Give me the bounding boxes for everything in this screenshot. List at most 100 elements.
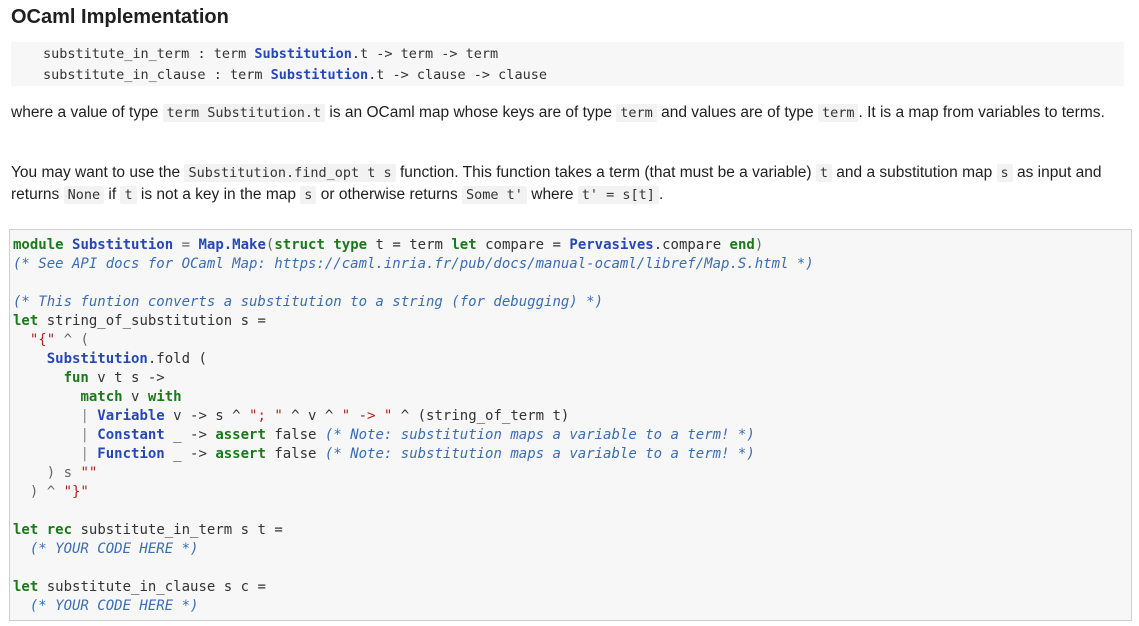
comment: (* YOUR CODE HERE *) xyxy=(29,598,199,614)
code-text: ^ ( xyxy=(55,332,89,348)
inline-code: t xyxy=(815,164,832,182)
type-text: term xyxy=(229,67,271,83)
code-text: compare = xyxy=(476,237,570,253)
text: . xyxy=(658,186,664,203)
code-line-6: Substitution.fold ( xyxy=(13,350,207,369)
text: You may want to use the xyxy=(11,164,185,181)
keyword: end xyxy=(729,237,755,253)
text: where xyxy=(526,186,578,203)
code-text: ) s xyxy=(46,465,81,481)
function-name: substitute_in_clause xyxy=(43,67,206,83)
inline-code: None xyxy=(63,186,105,204)
keyword: let xyxy=(13,313,39,329)
code-text: _ -> xyxy=(164,427,216,443)
code-line-2: (* See API docs for OCaml Map: https://c… xyxy=(13,256,814,272)
code-text: v xyxy=(122,389,148,405)
code-line-14: let rec substitute_in_term s t = xyxy=(13,521,283,540)
code-line-5: "{" ^ ( xyxy=(13,331,89,350)
string-literal: "; " xyxy=(249,408,283,424)
keyword: match xyxy=(80,389,123,405)
signature-line-substitute-in-clause: substitute_in_clause : term Substitution… xyxy=(43,67,547,83)
keyword: fun xyxy=(63,370,89,386)
code-text: ) ^ xyxy=(29,484,64,500)
type-text: .t -> clause -> clause xyxy=(368,67,547,83)
inline-code: Substitution.find_opt t s xyxy=(184,164,396,182)
keyword: let xyxy=(13,522,39,538)
module-name: Substitution xyxy=(270,67,369,83)
module-name: Pervasives xyxy=(569,237,654,253)
inline-code: t' = s[t] xyxy=(577,186,659,204)
code-block[interactable]: module Substitution = Map.Make(struct ty… xyxy=(9,229,1132,621)
keyword: assert xyxy=(215,446,266,462)
code-text: string_of_substitution s = xyxy=(38,313,266,329)
code-line-15: (* YOUR CODE HERE *) xyxy=(13,540,199,559)
code-text: substitute_in_clause s c = xyxy=(38,579,266,595)
keyword: module xyxy=(13,237,64,253)
code-line-7: fun v t s -> xyxy=(13,369,165,388)
type-separator: : xyxy=(189,46,214,62)
inline-code: term xyxy=(616,104,657,122)
code-text: false xyxy=(265,427,325,443)
text: where a value of type xyxy=(11,104,163,121)
text: or otherwise returns xyxy=(316,186,463,203)
code-line-8: match v with xyxy=(13,388,181,407)
code-line-3: (* This funtion converts a substitution … xyxy=(13,294,604,310)
constructor: Function xyxy=(97,446,165,462)
code-line-12: ) s "" xyxy=(13,464,98,483)
code-text: t = term xyxy=(367,237,452,253)
text: function. This function takes a term (th… xyxy=(395,164,816,181)
keyword: let xyxy=(13,579,39,595)
code-text: _ -> xyxy=(164,446,216,462)
pattern-bar: | xyxy=(80,427,98,443)
constructor: Constant xyxy=(97,427,165,443)
code-line-16: let substitute_in_clause s c = xyxy=(13,578,266,597)
code-line-17: (* YOUR CODE HERE *) xyxy=(13,597,199,616)
inline-code: s xyxy=(996,164,1013,182)
code-line-13: ) ^ "}" xyxy=(13,483,89,502)
string-literal: "}" xyxy=(63,484,89,500)
inline-code: Some t' xyxy=(462,186,527,204)
signature-line-substitute-in-term: substitute_in_term : term Substitution.t… xyxy=(43,46,498,62)
keyword: struct xyxy=(274,237,325,253)
type-text: term xyxy=(213,46,255,62)
string-literal: "" xyxy=(80,465,98,481)
signature-block: substitute_in_term : term Substitution.t… xyxy=(11,42,1124,86)
text: if xyxy=(104,186,121,203)
code-line-4: let string_of_substitution s = xyxy=(13,312,266,331)
text: is an OCaml map whose keys are of type xyxy=(325,104,617,121)
comment: (* Note: substitution maps a variable to… xyxy=(324,446,755,462)
type-text: .t -> term -> term xyxy=(351,46,499,62)
inline-code: s xyxy=(300,186,317,204)
text: and values are of type xyxy=(656,104,818,121)
inline-code: term xyxy=(817,104,859,122)
code-text: v -> s ^ xyxy=(164,408,250,424)
module-name: Substitution xyxy=(46,351,148,367)
paragraph-substitution-type: where a value of type term Substitution.… xyxy=(11,102,1121,124)
text: . It is a map from variables to terms. xyxy=(858,104,1105,121)
page-title: OCaml Implementation xyxy=(11,6,229,28)
text: and a substitution map xyxy=(831,164,997,181)
type-separator: : xyxy=(205,67,230,83)
function-name: substitute_in_term xyxy=(43,46,190,62)
code-text: .fold ( xyxy=(147,351,207,367)
code-line-10: | Constant _ -> assert false (* Note: su… xyxy=(13,426,755,445)
code-line-9: | Variable v -> s ^ "; " ^ v ^ " -> " ^ … xyxy=(13,407,569,426)
code-text: ^ v ^ xyxy=(282,408,342,424)
constructor: Variable xyxy=(97,408,165,424)
code-text: v t s -> xyxy=(88,370,165,386)
comment: (* Note: substitution maps a variable to… xyxy=(324,427,755,443)
keyword: type xyxy=(333,237,368,253)
code-text: ^ (string_of_term t) xyxy=(392,408,570,424)
keyword: assert xyxy=(215,427,266,443)
inline-code: t xyxy=(120,186,137,204)
string-literal: "{" xyxy=(29,332,56,348)
